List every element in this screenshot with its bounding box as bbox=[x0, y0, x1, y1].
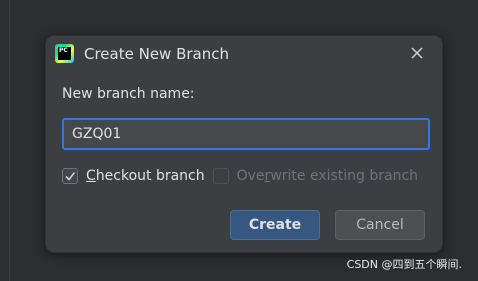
pycharm-logo-text: PC bbox=[58, 47, 71, 60]
dialog-titlebar: PC Create New Branch bbox=[46, 36, 442, 72]
overwrite-branch-checkbox bbox=[212, 168, 229, 184]
csdn-watermark: CSDN @四到五个瞬间. bbox=[346, 258, 462, 271]
create-button[interactable]: Create bbox=[230, 210, 320, 240]
checkout-branch-label[interactable]: Checkout branch bbox=[86, 168, 205, 184]
close-icon bbox=[411, 47, 423, 59]
checkmark-icon bbox=[65, 172, 76, 181]
pycharm-logo-icon: PC bbox=[55, 44, 74, 63]
overwrite-label-before: Ove bbox=[236, 168, 265, 184]
options-row: Checkout branch Overwrite existing branc… bbox=[62, 166, 418, 186]
overwrite-label-after: write existing branch bbox=[270, 168, 419, 184]
branch-name-label: New branch name: bbox=[62, 86, 195, 102]
checkout-label-rest: heckout branch bbox=[95, 168, 205, 184]
dialog-title: Create New Branch bbox=[84, 45, 230, 63]
checkout-branch-checkbox[interactable] bbox=[62, 168, 78, 184]
cancel-button[interactable]: Cancel bbox=[335, 210, 425, 240]
create-branch-dialog: PC Create New Branch New branch name: Ch… bbox=[45, 35, 443, 253]
editor-gutter-line bbox=[9, 0, 10, 281]
checkout-mnemonic: C bbox=[86, 168, 96, 184]
branch-name-input[interactable] bbox=[62, 118, 430, 150]
overwrite-branch-label: Overwrite existing branch bbox=[237, 168, 418, 184]
close-button[interactable] bbox=[409, 45, 425, 61]
